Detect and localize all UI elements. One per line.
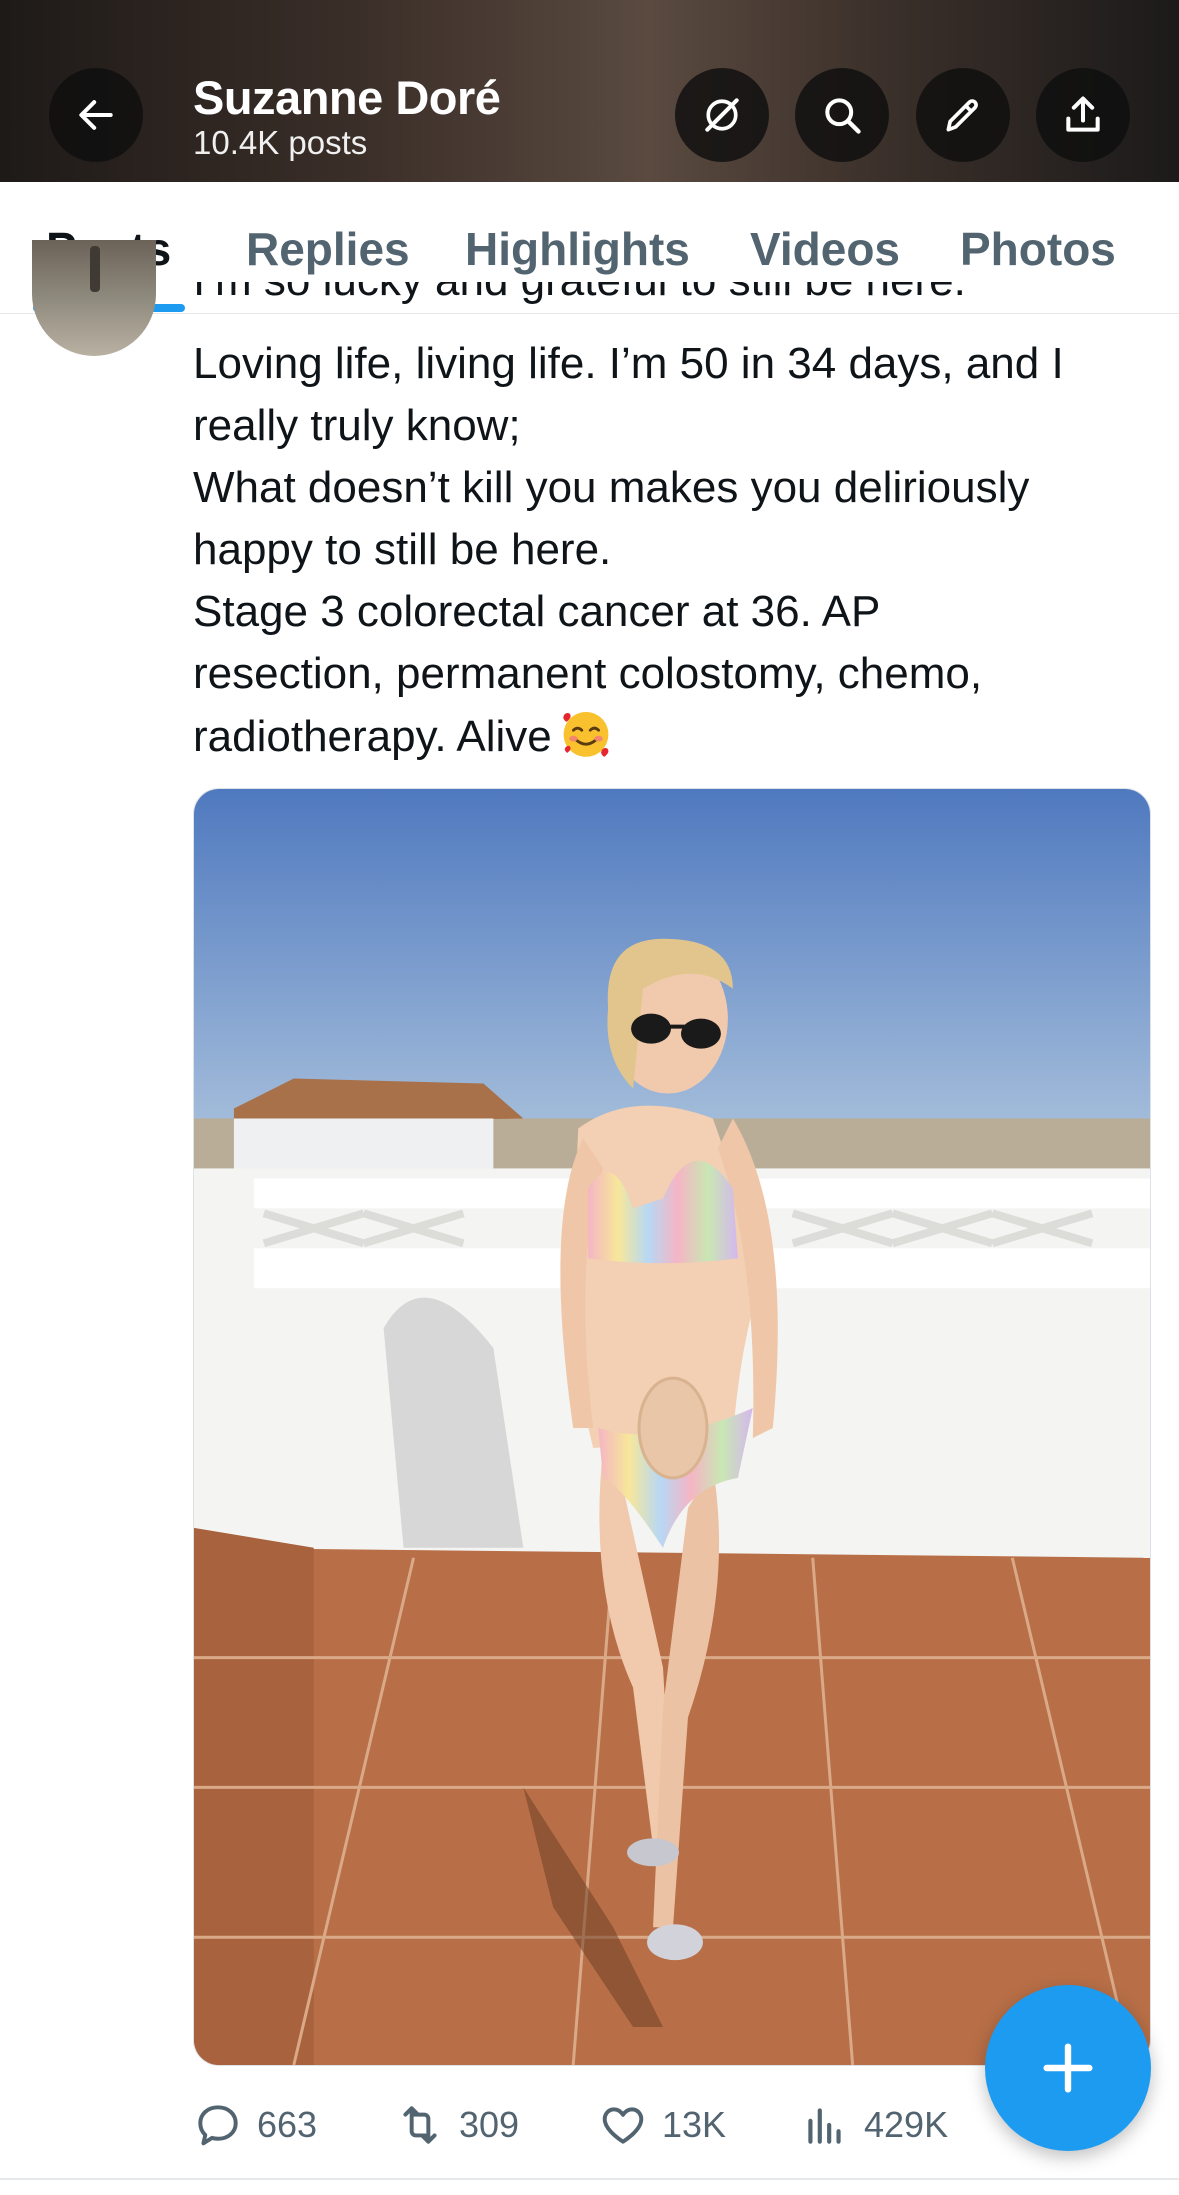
search-button[interactable] (795, 68, 889, 162)
smiling-face-with-hearts-icon (563, 712, 609, 757)
repost-icon (403, 2106, 437, 2144)
views-chart-icon (808, 2108, 841, 2144)
tweet-line-last: radiotherapy. Alive (193, 705, 1153, 768)
reply-count: 663 (257, 2104, 318, 2145)
profile-name: Suzanne Doré (193, 71, 501, 124)
tweet-text: Loving life, living life. I’m 50 in 34 d… (193, 333, 1153, 768)
avatar[interactable] (32, 240, 156, 356)
avatar-figure (90, 246, 100, 292)
tweet-line: Stage 3 colorectal cancer at 36. AP (193, 587, 881, 636)
post-count: 10.4K posts (193, 124, 368, 161)
views-button[interactable]: 429K (800, 2100, 948, 2150)
tweet-text-partial-line: I’m so lucky and grateful to still be he… (193, 282, 1093, 312)
tweet-line: Loving life, living life. I’m 50 in 34 d… (193, 339, 1064, 388)
grok-icon (705, 98, 739, 132)
tweet-line: really truly know; (193, 401, 521, 450)
edit-button[interactable] (916, 68, 1010, 162)
divider (0, 2178, 1179, 2180)
repost-button[interactable]: 309 (395, 2100, 519, 2150)
grok-button[interactable] (675, 68, 769, 162)
tweet-line: resection, permanent colostomy, chemo, (193, 649, 983, 698)
tweet-photo[interactable] (193, 788, 1151, 2066)
repost-count: 309 (459, 2104, 520, 2145)
compose-post-button[interactable] (985, 1985, 1151, 2151)
view-count: 429K (864, 2104, 949, 2145)
reply-icon (198, 2105, 238, 2146)
search-icon (825, 98, 861, 134)
like-count: 13K (662, 2104, 727, 2145)
share-button[interactable] (1036, 68, 1130, 162)
edit-icon (946, 99, 978, 132)
photo-illustration (194, 789, 1150, 2065)
back-button[interactable] (49, 68, 143, 162)
tab-highlights[interactable]: Highlights (465, 222, 690, 276)
tweet-line: What doesn’t kill you makes you deliriou… (193, 463, 1030, 512)
like-button[interactable]: 13K (598, 2100, 726, 2150)
tweet-line: happy to still be here. (193, 525, 612, 574)
back-arrow-icon (79, 100, 113, 130)
tab-videos[interactable]: Videos (750, 222, 900, 276)
tab-photos[interactable]: Photos (960, 222, 1116, 276)
reply-button[interactable]: 663 (193, 2100, 317, 2150)
profile-header: Suzanne Doré 10.4K posts (0, 0, 1179, 182)
tab-replies[interactable]: Replies (246, 222, 410, 276)
heart-icon (602, 2107, 644, 2144)
plus-icon (1043, 2043, 1093, 2093)
share-icon (1066, 96, 1100, 132)
